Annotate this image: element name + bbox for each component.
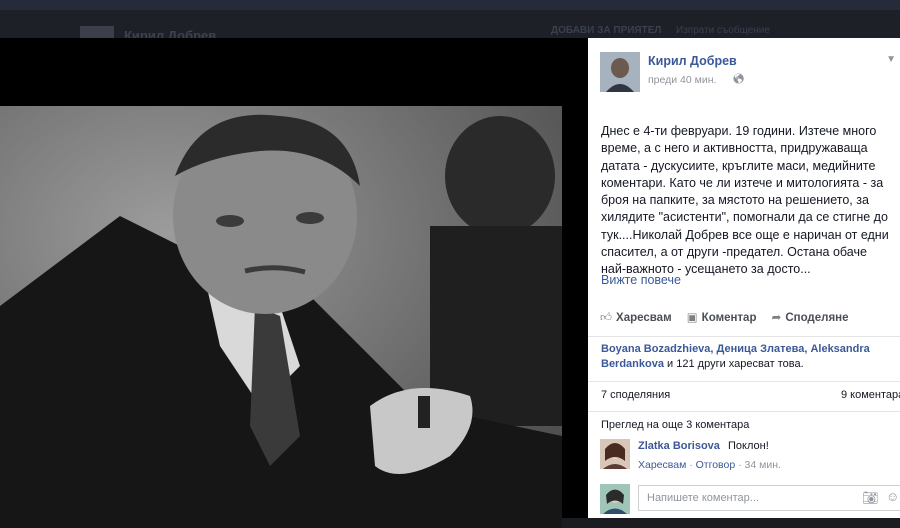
share-label: Споделяне bbox=[785, 312, 849, 324]
comment-icon: ▣ bbox=[686, 312, 698, 324]
post-text-line: хилядите "асистенти", помогнали да се ст… bbox=[601, 210, 888, 225]
post-text-line: Днес е 4-ти февруари. 19 години. Изтече … bbox=[601, 124, 877, 138]
comment-reply-link[interactable]: Отговор bbox=[696, 459, 736, 471]
post-actions: 👍︎ Харесвам ▣ Коментар ➦ Споделяне bbox=[600, 310, 861, 325]
like-button[interactable]: 👍︎ Харесвам bbox=[600, 311, 672, 325]
background-add-friend: ДОБАВИ ЗА ПРИЯТЕЛ bbox=[551, 25, 662, 36]
camera-icon[interactable]: 📷︎ bbox=[862, 490, 879, 506]
author-name[interactable]: Кирил Добрев bbox=[648, 54, 737, 68]
comment-button[interactable]: ▣ Коментар bbox=[687, 310, 757, 324]
comment-meta: Харесвам · Отговор · 34 мин. bbox=[638, 459, 781, 471]
divider bbox=[588, 336, 900, 337]
post-text-line: време, а с него и активността, придружав… bbox=[601, 141, 868, 156]
comment-like-link[interactable]: Харесвам bbox=[638, 459, 686, 471]
post-text-line: броя на папките, за мястото на решението… bbox=[601, 193, 869, 208]
comment-label: Коментар bbox=[701, 312, 757, 324]
view-more-comments-link[interactable]: Преглед на още 3 коментара bbox=[601, 419, 749, 431]
like-label: Харесвам bbox=[616, 312, 672, 324]
post-text-line: коментари. Като че ли изтече и митология… bbox=[601, 175, 884, 190]
comment-input[interactable] bbox=[638, 485, 900, 511]
divider bbox=[588, 381, 900, 382]
comment-text: Поклон! bbox=[728, 440, 769, 452]
avatar bbox=[600, 484, 630, 514]
background-message: Изпрати съобщение bbox=[676, 25, 770, 36]
likers-rest: и 121 други харесват това. bbox=[663, 358, 804, 370]
shares-count[interactable]: 7 споделяния bbox=[601, 389, 670, 401]
background-avatar bbox=[80, 26, 114, 38]
share-icon: ➦ bbox=[771, 312, 782, 324]
author-avatar[interactable] bbox=[600, 52, 640, 92]
see-more-link[interactable]: Вижте повече bbox=[601, 273, 681, 287]
divider bbox=[588, 411, 900, 412]
photo-viewer bbox=[0, 38, 588, 528]
post-text-line: датата - дускусиите, кръглите маси, меди… bbox=[601, 158, 876, 173]
chevron-down-icon[interactable]: ▼ bbox=[886, 54, 896, 65]
comment-time[interactable]: 34 мин. bbox=[745, 459, 781, 471]
likes-summary: Boyana Bozadzhieva, Деница Златева, Alek… bbox=[601, 342, 891, 372]
post-text: Днес е 4-ти февруари. 19 години. Изтече … bbox=[601, 123, 900, 279]
post-panel: Кирил Добрев преди 40 мин. 🌎︎ ▼ Днес е 4… bbox=[588, 38, 900, 518]
comments-count[interactable]: 9 коментара bbox=[841, 389, 900, 401]
share-button[interactable]: ➦ Споделяне bbox=[772, 310, 849, 324]
post-time[interactable]: преди 40 мин. bbox=[648, 74, 716, 86]
globe-icon: 🌎︎ bbox=[732, 74, 745, 85]
thumbs-up-icon: 👍︎ bbox=[600, 312, 613, 324]
avatar[interactable] bbox=[600, 439, 630, 469]
post-text-line: тук....Николай Добрев все още е наричан … bbox=[601, 227, 889, 242]
post-text-line: спасител, а от други -предател. Остана о… bbox=[601, 245, 867, 260]
post-photo[interactable] bbox=[0, 106, 562, 528]
top-bar bbox=[0, 0, 900, 10]
comment-author[interactable]: Zlatka Borisova bbox=[638, 440, 720, 452]
emoji-icon[interactable]: ☺ bbox=[886, 489, 899, 504]
